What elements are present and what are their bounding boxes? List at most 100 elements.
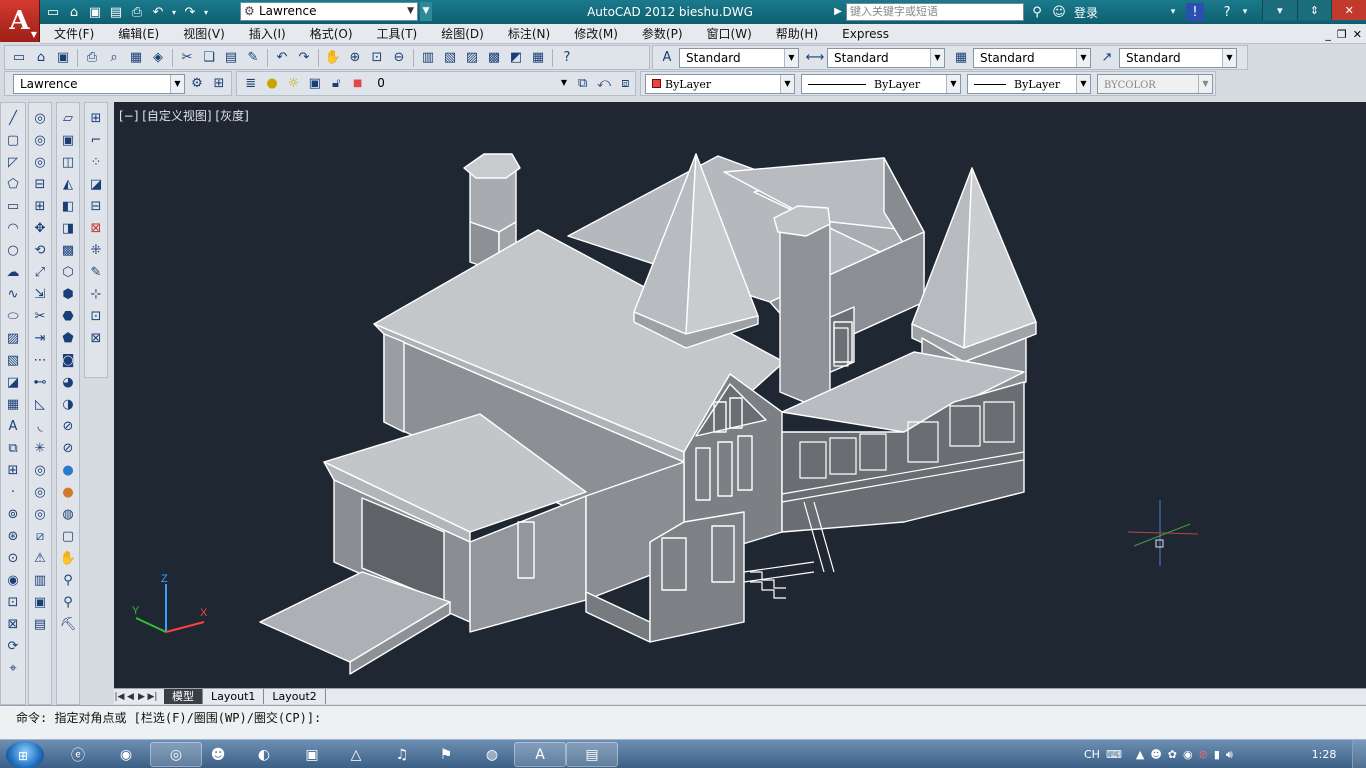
erase-icon[interactable]: ◎ xyxy=(30,108,50,128)
table-style-select[interactable]: Standard ▼ xyxy=(973,47,1091,68)
taskbar-explorer-icon[interactable]: ▤ xyxy=(566,742,618,767)
tray-security-icon[interactable]: ⊘ xyxy=(1199,748,1208,761)
zoom-realtime-icon[interactable]: ⊕ xyxy=(345,48,365,68)
undo-dropdown-icon[interactable]: ▾ xyxy=(170,3,178,21)
menu-format[interactable]: 格式(O) xyxy=(298,24,365,44)
torus-icon[interactable]: ▩ xyxy=(58,240,78,260)
open-file-icon[interactable]: ⌂ xyxy=(65,3,83,21)
fly-icon[interactable]: ⊠ xyxy=(3,614,23,634)
extend-icon[interactable]: ⇥ xyxy=(30,328,50,348)
subtract-icon[interactable]: ◎ xyxy=(30,482,50,502)
plot-preview-icon[interactable]: ⌕ xyxy=(104,48,124,68)
paste-icon[interactable]: ▤ xyxy=(221,48,241,68)
orbit-icon[interactable]: ⊚ xyxy=(3,504,23,524)
menu-help[interactable]: 帮助(H) xyxy=(764,24,830,44)
array-icon[interactable]: ⊞ xyxy=(30,196,50,216)
ellipse-icon[interactable]: ⬭ xyxy=(3,306,23,326)
volume-icon[interactable]: 🔊︎ xyxy=(1226,748,1233,762)
trim-icon[interactable]: ✂ xyxy=(30,306,50,326)
right-view-icon[interactable]: ⊟ xyxy=(86,196,106,216)
prev-tab-icon[interactable]: ◀ xyxy=(125,692,136,702)
zoom-extents-icon[interactable]: ⚲ xyxy=(58,592,78,612)
pan-hand-icon[interactable]: ✋ xyxy=(58,548,78,568)
left-view-icon[interactable]: ◪ xyxy=(86,174,106,194)
menu-edit[interactable]: 编辑(E) xyxy=(106,24,171,44)
line-icon[interactable]: ╱ xyxy=(3,108,23,128)
match-properties-icon[interactable]: ✎ xyxy=(243,48,263,68)
tray-update-icon[interactable]: ◉ xyxy=(1183,748,1193,761)
mtext-icon[interactable]: A xyxy=(3,416,23,436)
qat-customize-button[interactable]: ▼ xyxy=(420,2,432,21)
drawing-viewport[interactable]: [−] [自定义视图] [灰度] Z X Y xyxy=(114,102,1366,688)
ucs-origin-icon[interactable]: ⊡ xyxy=(86,306,106,326)
view-manager-icon[interactable]: ▢ xyxy=(58,526,78,546)
color-select[interactable]: ByLayer ▼ xyxy=(645,73,795,94)
login-dropdown-icon[interactable]: ▾ xyxy=(1164,3,1182,21)
render-region-icon[interactable]: ◍ xyxy=(58,504,78,524)
help-dropdown-icon[interactable]: ▾ xyxy=(1240,3,1250,21)
taskbar-qq-icon[interactable]: ☻ xyxy=(192,742,244,767)
taskbar-media-icon[interactable]: ◐ xyxy=(238,742,290,767)
keyboard-icon[interactable]: ⌨ xyxy=(1106,748,1122,761)
layer-unlock-icon[interactable]: 🔓︎ xyxy=(327,74,346,94)
publish-icon[interactable]: ▦ xyxy=(126,48,146,68)
copy-icon[interactable]: ❏ xyxy=(199,48,219,68)
ucs-world-icon[interactable]: ⊹ xyxy=(86,284,106,304)
doc-minimize-icon[interactable]: _ xyxy=(1325,28,1331,41)
new-file-icon[interactable]: ▭ xyxy=(44,3,62,21)
plot-icon[interactable]: ⎙ xyxy=(128,3,146,21)
wedge-icon[interactable]: ◫ xyxy=(58,152,78,172)
delete-view-icon[interactable]: ⊠ xyxy=(86,218,106,238)
3d-print-icon[interactable]: ◈ xyxy=(148,48,168,68)
materials-icon[interactable]: ● xyxy=(58,460,78,480)
layer-properties-icon[interactable]: ≣ xyxy=(241,74,260,94)
top-view-icon[interactable]: ⌐ xyxy=(86,130,106,150)
menu-view[interactable]: 视图(V) xyxy=(171,24,237,44)
intersect-icon[interactable]: ◎ xyxy=(30,504,50,524)
input-language[interactable]: CH xyxy=(1084,748,1100,761)
clean-screen-icon[interactable]: ⊞ xyxy=(209,74,229,94)
cut-icon[interactable]: ✂ xyxy=(177,48,197,68)
union-icon[interactable]: ◎ xyxy=(30,460,50,480)
hatch-icon[interactable]: ▨ xyxy=(3,328,23,348)
join-icon[interactable]: ⊷ xyxy=(30,372,50,392)
pan-icon[interactable]: ✋ xyxy=(323,48,343,68)
taskbar-autocad-icon[interactable]: A xyxy=(514,742,566,767)
rectangle-icon[interactable]: ▭ xyxy=(3,196,23,216)
orbit-free-icon[interactable]: ⊛ xyxy=(3,526,23,546)
polygon-icon[interactable]: ⬠ xyxy=(3,174,23,194)
shell-icon[interactable]: ▣ xyxy=(30,592,50,612)
search-input[interactable]: 键入关键字或短语 xyxy=(846,3,1024,21)
menu-dimension[interactable]: 标注(N) xyxy=(496,24,562,44)
tab-model[interactable]: 模型 xyxy=(164,689,203,704)
tray-qq-icon[interactable]: ☻ xyxy=(1150,748,1161,761)
layer-state-icon[interactable]: ⧈ xyxy=(616,74,635,94)
dim-style-select[interactable]: Standard ▼ xyxy=(827,47,945,68)
scale-icon[interactable]: ⤢ xyxy=(30,262,50,282)
lineweight-select[interactable]: ByLayer ▼ xyxy=(967,73,1091,94)
block-insert-icon[interactable]: ⧉ xyxy=(3,438,23,458)
extrude-icon[interactable]: ⬢ xyxy=(58,284,78,304)
offset-icon[interactable]: ⊟ xyxy=(30,174,50,194)
material-map-icon[interactable]: ● xyxy=(58,482,78,502)
restore-icon[interactable]: ⇕ xyxy=(1296,0,1332,20)
box-icon[interactable]: ▣ xyxy=(58,130,78,150)
taskbar-chrome-icon[interactable]: ◉ xyxy=(100,742,152,767)
chamfer-icon[interactable]: ◺ xyxy=(30,394,50,414)
arc-icon[interactable]: ◠ xyxy=(3,218,23,238)
layer-freeze-viewport-icon[interactable]: ▣ xyxy=(305,74,324,94)
menu-draw[interactable]: 绘图(D) xyxy=(429,24,496,44)
zoom-window-icon[interactable]: ⊡ xyxy=(367,48,387,68)
lights-icon[interactable]: ◕ xyxy=(58,372,78,392)
doc-close-icon[interactable]: ✕ xyxy=(1353,28,1362,41)
close-icon[interactable]: ✕ xyxy=(1331,0,1366,20)
point-icon[interactable]: · xyxy=(3,482,23,502)
last-tab-icon[interactable]: ▶| xyxy=(147,692,158,702)
properties-icon[interactable]: ▥ xyxy=(418,48,438,68)
login-link[interactable]: 登录 xyxy=(1074,4,1098,21)
sweep-icon[interactable]: ⬟ xyxy=(58,328,78,348)
menu-file[interactable]: 文件(F) xyxy=(40,24,106,44)
fillet-icon[interactable]: ◟ xyxy=(30,416,50,436)
application-menu-button[interactable]: A ▼ xyxy=(0,0,40,42)
presspull-icon[interactable]: ⬣ xyxy=(58,306,78,326)
